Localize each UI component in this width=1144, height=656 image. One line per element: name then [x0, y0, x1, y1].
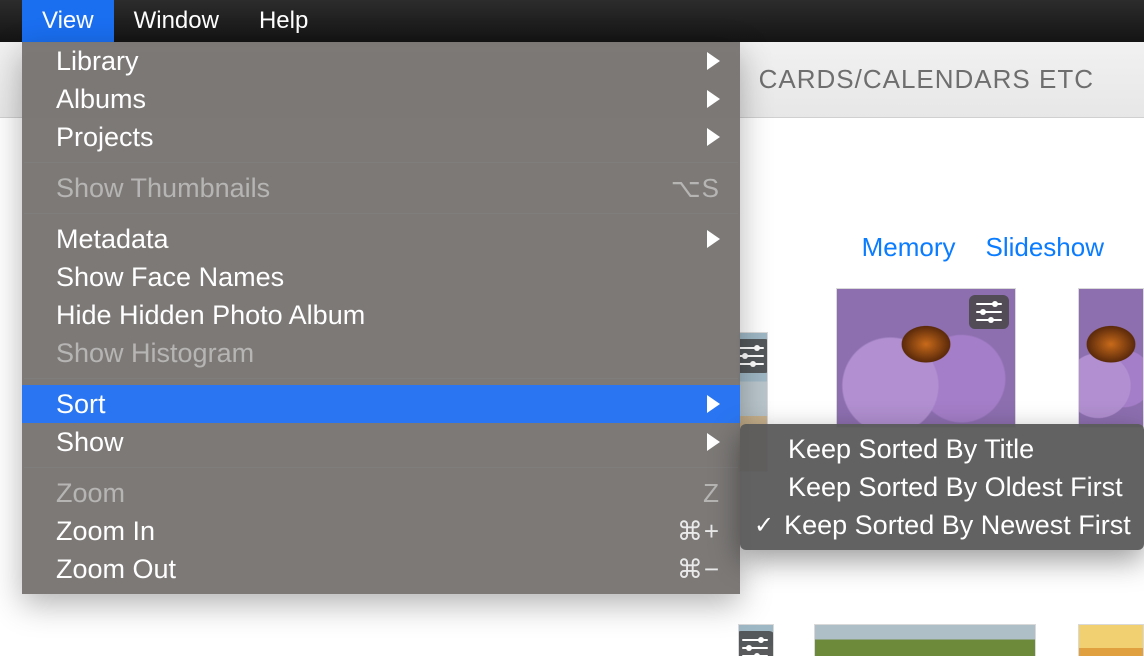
menu-separator	[24, 378, 738, 379]
menu-item-label: Zoom In	[56, 516, 155, 547]
menu-window[interactable]: Window	[114, 0, 239, 42]
photo-thumbnail[interactable]	[1078, 624, 1144, 656]
adjust-icon[interactable]	[969, 295, 1009, 329]
menu-separator	[24, 213, 738, 214]
sort-option-newest-first[interactable]: ✓ Keep Sorted By Newest First	[740, 506, 1144, 544]
menu-item-label: Hide Hidden Photo Album	[56, 300, 365, 331]
menu-shortcut: ⌘+	[677, 516, 720, 547]
menu-item-zoom: Zoom Z	[22, 474, 740, 512]
menu-item-albums[interactable]: Albums	[22, 80, 740, 118]
photo-thumbnail[interactable]	[836, 288, 1016, 428]
menu-item-zoom-out[interactable]: Zoom Out ⌘−	[22, 550, 740, 588]
menu-item-hide-hidden-photo-album[interactable]: Hide Hidden Photo Album	[22, 296, 740, 334]
menu-item-label: Library	[56, 46, 139, 77]
menu-item-show[interactable]: Show	[22, 423, 740, 461]
menu-item-metadata[interactable]: Metadata	[22, 220, 740, 258]
menu-item-label: Show Histogram	[56, 338, 254, 369]
action-slideshow[interactable]: Slideshow	[985, 232, 1104, 263]
submenu-arrow-icon	[707, 52, 720, 70]
menu-item-show-histogram: Show Histogram	[22, 334, 740, 372]
submenu-item-label: Keep Sorted By Newest First	[784, 510, 1131, 541]
menu-view[interactable]: View	[22, 0, 114, 42]
menu-item-projects[interactable]: Projects	[22, 118, 740, 156]
menu-shortcut: ⌥S	[671, 173, 720, 204]
menu-item-show-thumbnails: Show Thumbnails ⌥S	[22, 169, 740, 207]
action-memory[interactable]: Memory	[862, 232, 956, 263]
menu-item-label: Albums	[56, 84, 146, 115]
tab-cards-calendars[interactable]: CARDS/CALENDARS ETC	[759, 64, 1094, 95]
view-menu-panel: Library Albums Projects Show Thumbnails …	[22, 42, 740, 594]
menu-item-label: Show	[56, 427, 124, 458]
menu-item-show-face-names[interactable]: Show Face Names	[22, 258, 740, 296]
menu-item-library[interactable]: Library	[22, 42, 740, 80]
menu-item-sort[interactable]: Sort	[22, 385, 740, 423]
submenu-arrow-icon	[707, 90, 720, 108]
menu-item-label: Show Thumbnails	[56, 173, 270, 204]
photo-thumbnail[interactable]	[814, 624, 1036, 656]
menu-item-label: Projects	[56, 122, 154, 153]
photo-thumbnail[interactable]	[1078, 288, 1144, 428]
menu-separator	[24, 162, 738, 163]
checkmark-icon: ✓	[754, 511, 774, 540]
menu-item-label: Sort	[56, 389, 106, 420]
menu-item-label: Zoom Out	[56, 554, 176, 585]
adjust-icon[interactable]	[738, 631, 774, 656]
menu-item-label: Zoom	[56, 478, 125, 509]
menu-item-label: Show Face Names	[56, 262, 284, 293]
submenu-item-label: Keep Sorted By Oldest First	[788, 472, 1123, 503]
menubar-spacer	[0, 0, 22, 42]
menu-shortcut: Z	[703, 478, 720, 509]
menubar: View Window Help	[0, 0, 1144, 42]
menu-separator	[24, 467, 738, 468]
action-links: Memory Slideshow	[862, 232, 1104, 263]
submenu-arrow-icon	[707, 395, 720, 413]
sort-option-title[interactable]: Keep Sorted By Title	[740, 430, 1144, 468]
sort-option-oldest-first[interactable]: Keep Sorted By Oldest First	[740, 468, 1144, 506]
submenu-arrow-icon	[707, 128, 720, 146]
adjust-icon[interactable]	[738, 339, 768, 373]
menu-item-zoom-in[interactable]: Zoom In ⌘+	[22, 512, 740, 550]
submenu-arrow-icon	[707, 230, 720, 248]
sort-submenu: Keep Sorted By Title Keep Sorted By Olde…	[740, 424, 1144, 550]
submenu-item-label: Keep Sorted By Title	[788, 434, 1034, 465]
photo-thumbnail[interactable]	[738, 624, 774, 656]
menu-item-label: Metadata	[56, 224, 169, 255]
submenu-arrow-icon	[707, 433, 720, 451]
menu-help[interactable]: Help	[239, 0, 328, 42]
menu-shortcut: ⌘−	[677, 554, 720, 585]
